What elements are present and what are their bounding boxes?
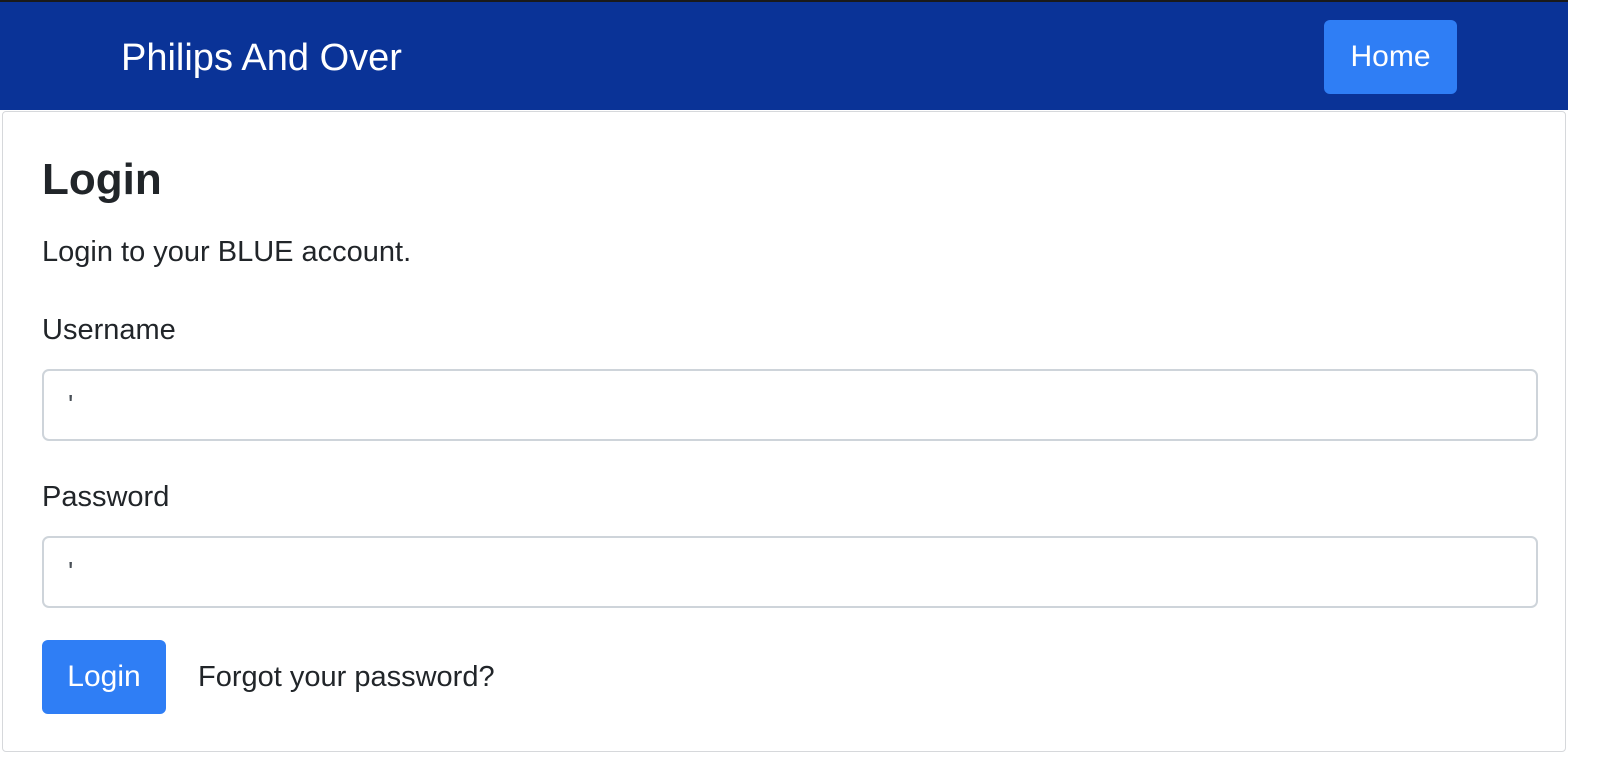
login-button[interactable]: Login [42, 640, 166, 714]
home-button[interactable]: Home [1324, 20, 1457, 94]
page-title: Login [42, 155, 162, 204]
top-navbar: Philips And Over Home [0, 0, 1568, 110]
login-subtitle: Login to your BLUE account. [42, 236, 412, 268]
forgot-password-link[interactable]: Forgot your password? [198, 659, 495, 695]
username-label: Username [42, 314, 176, 346]
brand-title[interactable]: Philips And Over [121, 36, 402, 80]
username-input[interactable] [42, 369, 1538, 441]
login-card: Login Login to your BLUE account. Userna… [2, 111, 1566, 752]
password-input[interactable] [42, 536, 1538, 608]
password-label: Password [42, 481, 170, 513]
